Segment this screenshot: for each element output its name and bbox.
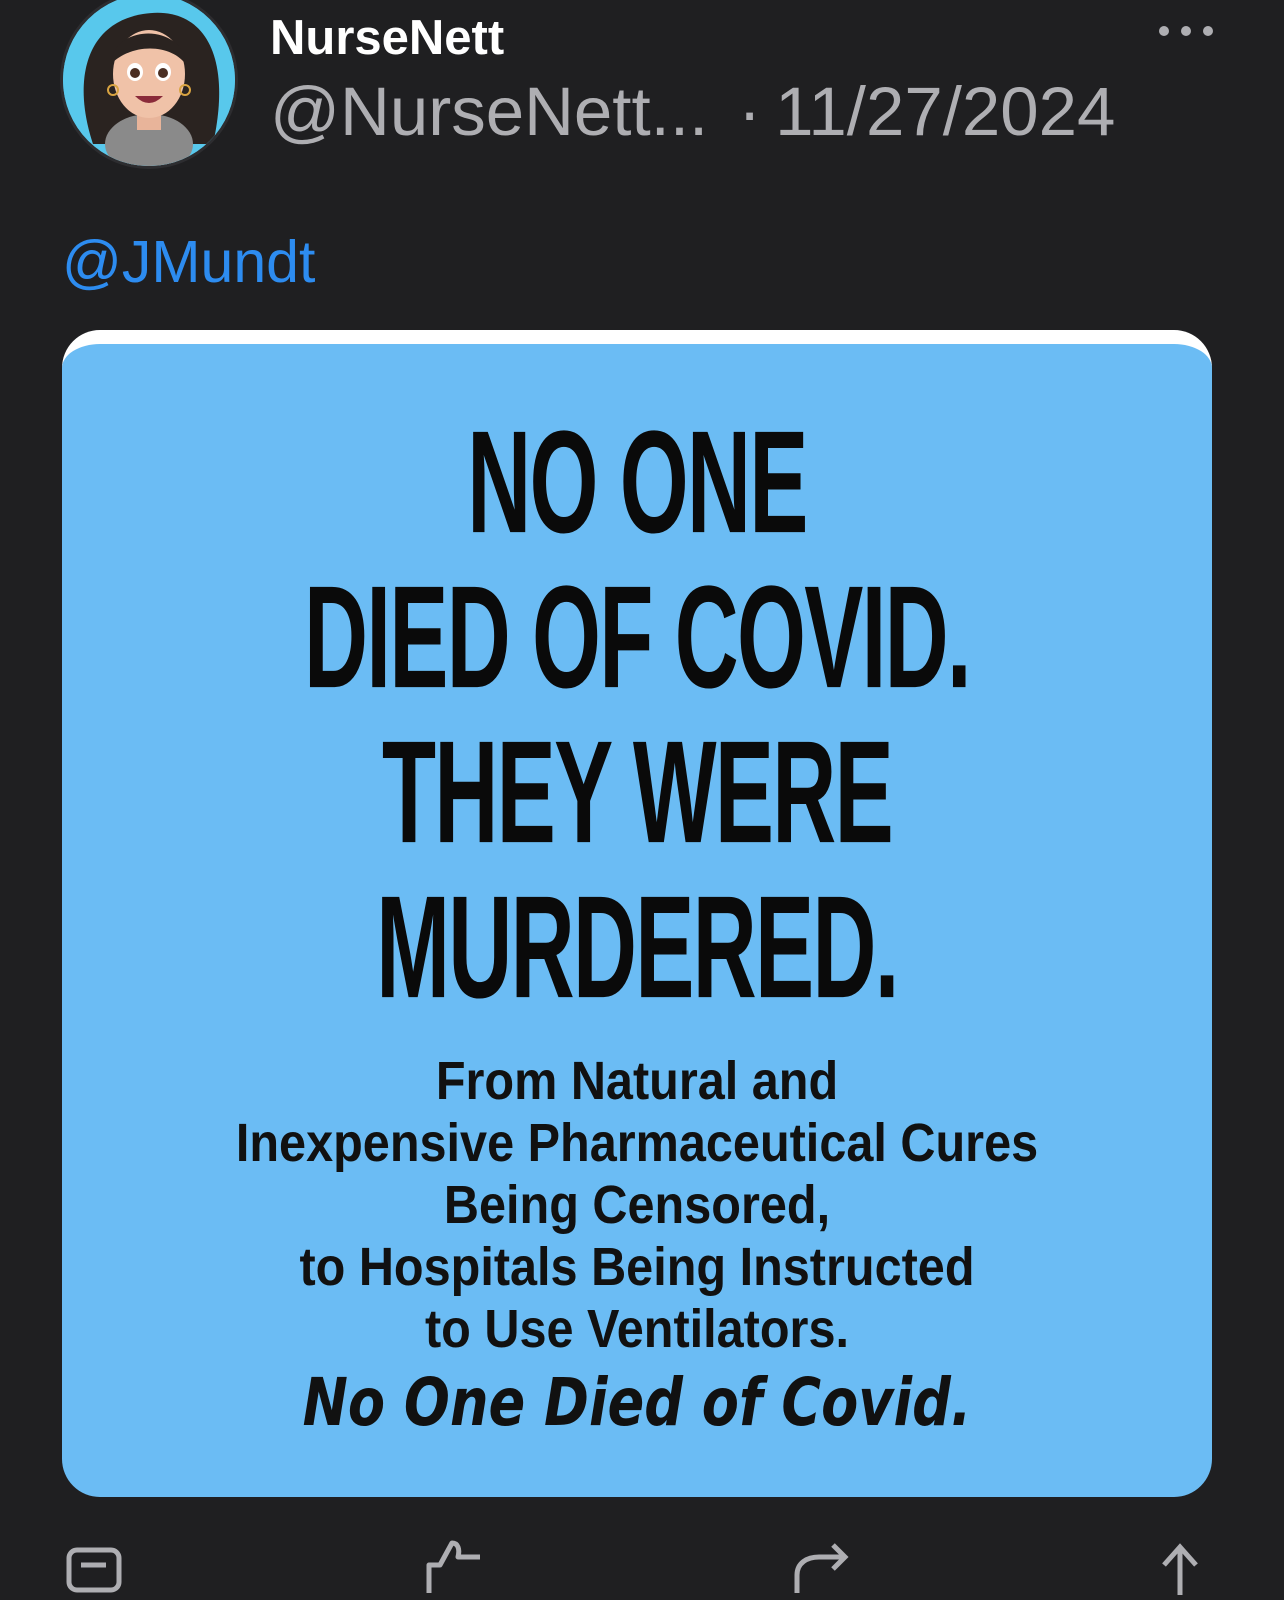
body-line-2: Inexpensive Pharmaceutical Cures xyxy=(235,1113,1039,1173)
share-icon xyxy=(794,1543,849,1593)
post-date[interactable]: 11/27/2024 xyxy=(775,73,1115,150)
headline-line-4: MURDERED. xyxy=(376,864,899,1029)
handle[interactable]: @NurseNett... xyxy=(270,73,708,150)
like-button[interactable] xyxy=(424,1535,484,1593)
body-line-5: to Use Ventilators. xyxy=(424,1299,850,1359)
body-line-3: Being Censored, xyxy=(443,1175,831,1235)
upload-button[interactable] xyxy=(1150,1535,1210,1595)
reply-icon xyxy=(66,1547,122,1593)
share-button[interactable] xyxy=(793,1535,853,1593)
body-line-1: From Natural and xyxy=(435,1051,839,1111)
post-image[interactable]: NO ONE DIED OF COVID. THEY WERE MURDERED… xyxy=(62,330,1212,1497)
image-tagline: No One Died of Covid. xyxy=(302,1364,972,1441)
upload-icon xyxy=(1162,1543,1198,1595)
display-name[interactable]: NurseNett xyxy=(270,10,504,66)
action-bar xyxy=(0,1535,1284,1595)
avatar[interactable] xyxy=(63,0,235,166)
body-line-4: to Hospitals Being Instructed xyxy=(299,1237,975,1297)
more-options-button[interactable] xyxy=(1156,16,1216,46)
thumbs-up-icon xyxy=(426,1540,480,1593)
image-headline: NO ONE DIED OF COVID. THEY WERE MURDERED… xyxy=(62,400,1212,1028)
image-body-text: From Natural and Inexpensive Pharmaceuti… xyxy=(62,1050,1212,1360)
meta-separator: · xyxy=(738,73,762,150)
mention-link[interactable]: @JMundt xyxy=(62,228,315,296)
post-meta: @NurseNett... · 11/27/2024 xyxy=(270,72,1115,151)
avatar-image xyxy=(63,0,235,166)
more-horizontal-icon xyxy=(1159,26,1213,36)
reply-button[interactable] xyxy=(66,1535,126,1593)
